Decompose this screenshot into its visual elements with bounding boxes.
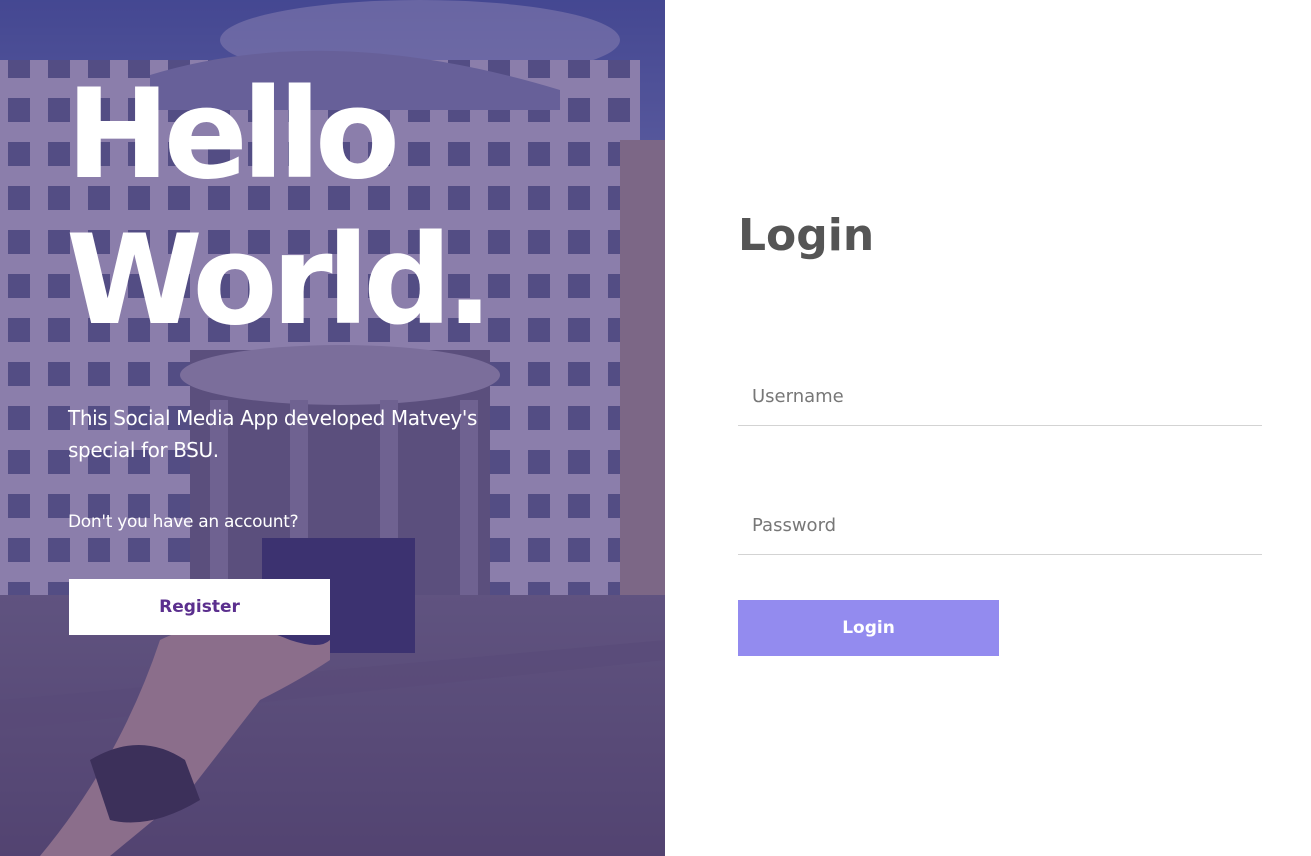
login-button[interactable]: Login xyxy=(738,600,999,656)
password-input[interactable] xyxy=(738,497,1262,555)
hero-title-line1: Hello xyxy=(66,63,400,207)
register-prompt: Don't you have an account? xyxy=(68,512,299,532)
hero-description: This Social Media App developed Matvey's… xyxy=(68,406,477,462)
username-input[interactable] xyxy=(738,368,1262,426)
hero-title-line2: World. xyxy=(66,209,493,353)
hero-title: Hello World. xyxy=(66,62,493,354)
login-page: Hello World. This Social Media App devel… xyxy=(0,0,1311,856)
login-panel: Login Login xyxy=(665,0,1311,856)
login-title: Login xyxy=(738,210,875,261)
hero-panel: Hello World. This Social Media App devel… xyxy=(0,0,665,856)
register-button[interactable]: Register xyxy=(69,579,330,635)
